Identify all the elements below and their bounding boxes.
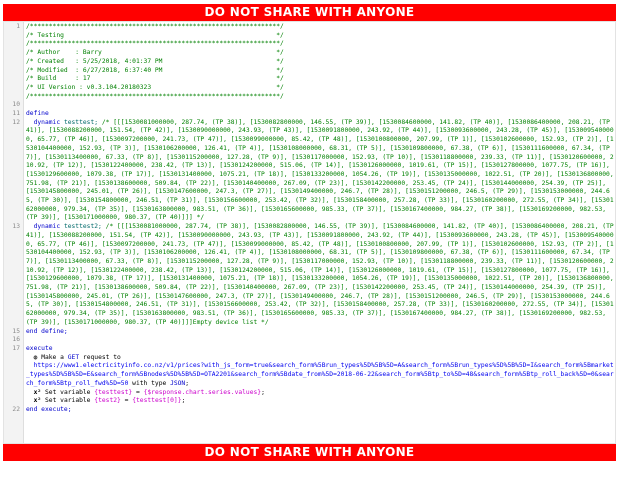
with-type-label: with type bbox=[128, 379, 171, 387]
variable-ref[interactable]: {testtest} bbox=[94, 389, 132, 396]
code-line: /* Author : Barry */ bbox=[4, 49, 615, 58]
code-line: /* Created : 5/25/2018, 4:01:37 PM */ bbox=[4, 58, 615, 67]
script-editor[interactable]: 1 /**************************************… bbox=[3, 21, 616, 444]
comment-text: /* Testing */ bbox=[26, 31, 284, 39]
keyword-end-execute: end execute; bbox=[26, 405, 72, 413]
line-number: 12 bbox=[12, 118, 20, 126]
comment-text: /***************************************… bbox=[26, 92, 284, 100]
comment-text: /* UI Version : v0.3.104.20180323 */ bbox=[26, 83, 284, 91]
code-line: 16 bbox=[4, 336, 615, 345]
keyword-define: define bbox=[26, 110, 49, 118]
keyword-end-define: end define; bbox=[26, 327, 68, 335]
equals: = bbox=[120, 397, 133, 405]
keyword-dynamic: dynamic bbox=[33, 223, 61, 231]
code-line: /* Testing */ bbox=[4, 32, 615, 41]
semicolon: ; bbox=[185, 379, 190, 387]
comment-text: /***************************************… bbox=[26, 40, 284, 48]
equals: = bbox=[132, 388, 144, 396]
line-number: 13 bbox=[12, 223, 20, 231]
line-number: 1 bbox=[16, 23, 20, 30]
variable-name: testtest2; bbox=[63, 223, 102, 231]
set-variable-label: Set variable bbox=[44, 397, 95, 405]
code-line: /***************************************… bbox=[4, 93, 615, 102]
line-number: 17 bbox=[12, 344, 20, 352]
warning-banner-bottom: DO NOT SHARE WITH ANYONE bbox=[3, 444, 616, 461]
code-line: /***************************************… bbox=[4, 40, 615, 49]
code-line: /* Modified : 6/27/2018, 6:37:40 PM */ bbox=[4, 67, 615, 76]
request-text: request to bbox=[79, 353, 121, 361]
request-text: Make a bbox=[41, 353, 68, 361]
semicolon: ; bbox=[261, 388, 265, 396]
comment-text: /* Created : 5/25/2018, 4:01:37 PM */ bbox=[26, 57, 284, 65]
code-line: 17 execute bbox=[4, 345, 615, 354]
set-variable-label: Set variable bbox=[44, 388, 95, 396]
variable-name: testtest; bbox=[63, 118, 99, 126]
code-line-get-request[interactable]: ◍ Make a GET request to bbox=[4, 354, 615, 363]
comment-text: /* [[[1530081000000, 287.74, (TP 38)], [… bbox=[26, 118, 614, 222]
line-number: 22 bbox=[12, 405, 20, 413]
keyword-dynamic: dynamic bbox=[33, 118, 61, 126]
keyword-execute: execute bbox=[26, 344, 53, 352]
code-line: /* Build : 17 */ bbox=[4, 75, 615, 84]
comment-text: /* Build : 17 */ bbox=[26, 75, 284, 83]
code-line-set-variable[interactable]: x² Set variable {testtest} = {$response.… bbox=[4, 389, 615, 398]
code-line: 1 /**************************************… bbox=[4, 23, 615, 32]
variable-ref[interactable]: {test2} bbox=[94, 397, 121, 404]
code-area[interactable]: 1 /**************************************… bbox=[4, 23, 615, 415]
comment-text: /* Author : Barry */ bbox=[26, 49, 284, 57]
line-number: 15 bbox=[12, 327, 20, 335]
code-line: 10 bbox=[4, 101, 615, 110]
line-number: 16 bbox=[12, 336, 20, 344]
code-line: 22 end execute; bbox=[4, 406, 615, 415]
code-line-set-variable[interactable]: x² Set variable {test2} = {testtest[0]}; bbox=[4, 397, 615, 406]
line-number: 10 bbox=[12, 101, 20, 109]
code-line-dynamic-testtest[interactable]: 12 dynamic testtest; /* [[[1530081000000… bbox=[4, 119, 615, 223]
globe-icon: ◍ bbox=[33, 353, 38, 361]
semicolon: ; bbox=[181, 397, 186, 405]
code-line: 15 end define; bbox=[4, 328, 615, 337]
warning-banner-top: DO NOT SHARE WITH ANYONE bbox=[3, 4, 616, 21]
variable-value[interactable]: {$response.chart.series.values} bbox=[144, 389, 262, 396]
variable-icon: x² bbox=[33, 388, 42, 396]
comment-text: /* Modified : 6/27/2018, 6:37:40 PM */ bbox=[26, 66, 284, 74]
line-number: 11 bbox=[12, 110, 20, 118]
comment-text: /* [[[1530081000000, 287.74, (TP 38)], [… bbox=[26, 223, 614, 326]
code-line-dynamic-testtest2[interactable]: 13 dynamic testtest2; /* [[[153008100000… bbox=[4, 223, 615, 327]
comment-text: /***************************************… bbox=[26, 23, 284, 30]
request-url-link[interactable]: https://www1.electricityinfo.co.nz/v1/pr… bbox=[26, 362, 614, 386]
code-line-url[interactable]: https://www1.electricityinfo.co.nz/v1/pr… bbox=[4, 362, 615, 388]
http-method[interactable]: GET bbox=[68, 354, 79, 361]
code-line: /* UI Version : v0.3.104.20180323 */ bbox=[4, 84, 615, 93]
variable-icon: x² bbox=[33, 397, 42, 405]
response-type[interactable]: JSON bbox=[170, 380, 185, 387]
variable-value[interactable]: {testtest[0]} bbox=[132, 397, 181, 404]
code-line: 11 define bbox=[4, 110, 615, 119]
